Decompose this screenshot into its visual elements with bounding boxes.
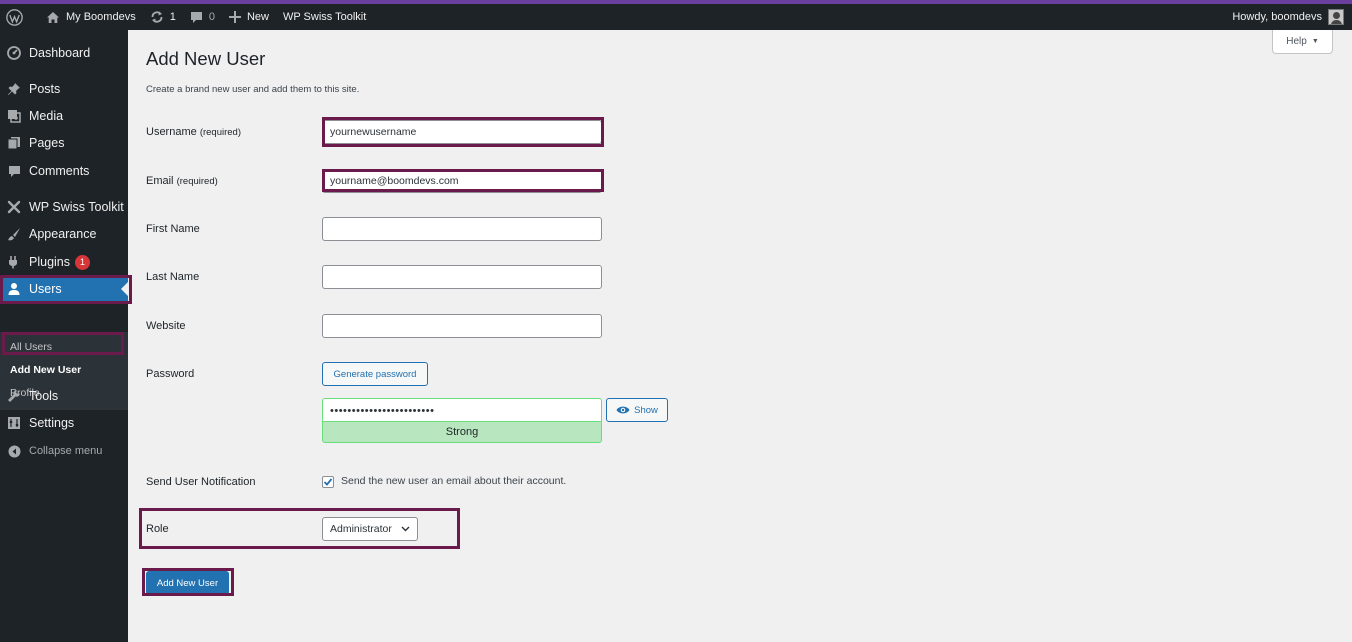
updates-icon — [150, 10, 164, 24]
caret-down-icon: ▼ — [1311, 38, 1319, 45]
email-input[interactable]: yourname@boomdevs.com — [322, 169, 602, 193]
menu-item-posts[interactable]: Posts — [0, 76, 128, 102]
plugins-update-badge: 1 — [75, 254, 90, 270]
first-name-input[interactable] — [322, 217, 602, 241]
menu-item-settings[interactable]: Settings — [0, 410, 128, 436]
required-note: (required) — [176, 176, 218, 187]
menu-label: Appearance — [29, 227, 97, 241]
required-note: (required) — [199, 127, 241, 138]
updates-count: 1 — [169, 11, 176, 23]
menu-item-users[interactable]: Users — [0, 276, 128, 302]
menu-item-tools[interactable]: Tools — [0, 383, 128, 409]
notification-checkbox-label[interactable]: Send the new user an email about their a… — [341, 475, 566, 487]
menu-item-comments[interactable]: Comments — [0, 158, 128, 184]
password-input[interactable]: •••••••••••••••••••••••• — [322, 398, 602, 422]
avatar — [1328, 9, 1344, 25]
pages-icon — [0, 136, 28, 150]
page-title: Add New User — [146, 48, 266, 69]
wordpress-logo-button[interactable] — [0, 4, 39, 30]
menu-item-plugins[interactable]: Plugins 1 — [0, 249, 128, 275]
first-name-label: First Name — [146, 223, 200, 235]
username-input[interactable]: yournewusername — [322, 120, 602, 144]
help-button[interactable]: Help ▼ — [1272, 30, 1333, 54]
collapse-icon — [0, 445, 28, 458]
username-value: yournewusername — [330, 126, 417, 138]
toolkit-link[interactable]: WP Swiss Toolkit — [276, 4, 373, 30]
menu-label: WP Swiss Toolkit — [29, 200, 124, 214]
generate-password-button[interactable]: Generate password — [322, 362, 428, 386]
site-name-link[interactable]: My Boomdevs — [39, 4, 143, 30]
notification-checkbox[interactable] — [322, 476, 334, 488]
dashboard-icon — [0, 46, 28, 60]
toolkit-label: WP Swiss Toolkit — [282, 11, 367, 23]
chevron-down-icon — [401, 526, 410, 532]
brush-icon — [0, 227, 28, 241]
settings-icon — [0, 416, 28, 430]
menu-label: Plugins — [29, 255, 70, 269]
notification-label: Send User Notification — [146, 476, 256, 488]
main-content: Help ▼ Add New User Create a brand new u… — [128, 30, 1352, 642]
help-label: Help — [1286, 36, 1307, 47]
add-new-user-button[interactable]: Add New User — [146, 571, 229, 595]
submenu-item-add-new-user[interactable]: Add New User — [10, 364, 81, 376]
user-icon — [0, 282, 28, 296]
menu-label: Media — [29, 109, 64, 123]
email-label-text: Email — [146, 175, 174, 187]
password-strength-indicator: Strong — [322, 421, 602, 443]
page-description: Create a brand new user and add them to … — [146, 84, 360, 95]
wrench-icon — [0, 389, 28, 403]
last-name-input[interactable] — [322, 265, 602, 289]
email-value: yourname@boomdevs.com — [330, 175, 459, 187]
menu-label: Pages — [29, 136, 65, 150]
plugin-icon — [0, 255, 28, 269]
password-label: Password — [146, 368, 195, 380]
site-name: My Boomdevs — [66, 11, 136, 23]
username-label-text: Username — [146, 126, 197, 138]
wordpress-logo-icon — [6, 8, 23, 26]
admin-sidebar: Dashboard Posts Media Pages Comments WP … — [0, 30, 128, 642]
menu-item-appearance[interactable]: Appearance — [0, 221, 128, 247]
show-password-button[interactable]: Show — [606, 398, 668, 422]
comment-icon — [190, 11, 203, 24]
password-value: •••••••••••••••••••••••• — [330, 404, 435, 417]
my-account-link[interactable]: Howdy, boomdevs — [1232, 4, 1344, 30]
new-content-link[interactable]: New — [222, 4, 276, 30]
collapse-menu-button[interactable]: Collapse menu — [0, 438, 128, 464]
menu-item-pages[interactable]: Pages — [0, 130, 128, 156]
comments-count: 0 — [208, 11, 215, 23]
menu-item-dashboard[interactable]: Dashboard — [0, 40, 128, 66]
swiss-toolkit-icon — [0, 200, 28, 214]
media-icon — [0, 109, 28, 123]
greeting: Howdy, boomdevs — [1232, 11, 1322, 23]
menu-label: Dashboard — [29, 46, 91, 60]
menu-label: Tools — [29, 389, 59, 403]
username-label: Username (required) — [146, 126, 241, 138]
menu-label: Settings — [29, 416, 75, 430]
last-name-label: Last Name — [146, 271, 200, 283]
submenu-item-all-users[interactable]: All Users — [10, 341, 52, 353]
menu-label: Posts — [29, 82, 61, 96]
eye-icon — [616, 405, 630, 415]
updates-link[interactable]: 1 — [143, 4, 183, 30]
plus-icon — [228, 11, 241, 23]
email-label: Email (required) — [146, 175, 218, 187]
menu-item-media[interactable]: Media — [0, 103, 128, 129]
new-label: New — [246, 11, 269, 23]
role-label: Role — [146, 523, 169, 535]
website-label: Website — [146, 320, 186, 332]
admin-bar: My Boomdevs 1 0 New WP Swiss Toolkit How… — [0, 4, 1352, 30]
website-input[interactable] — [322, 314, 602, 338]
comment-icon — [0, 165, 28, 178]
menu-label: Users — [29, 282, 62, 296]
checkmark-icon — [323, 477, 333, 487]
collapse-label: Collapse menu — [29, 445, 103, 457]
show-label: Show — [634, 404, 658, 416]
pin-icon — [0, 82, 28, 96]
role-select[interactable]: Administrator — [322, 517, 418, 541]
menu-label: Comments — [29, 164, 90, 178]
menu-item-wp-swiss-toolkit[interactable]: WP Swiss Toolkit — [0, 194, 128, 220]
comments-link[interactable]: 0 — [183, 4, 222, 30]
role-value: Administrator — [330, 523, 392, 535]
home-icon — [46, 11, 60, 24]
